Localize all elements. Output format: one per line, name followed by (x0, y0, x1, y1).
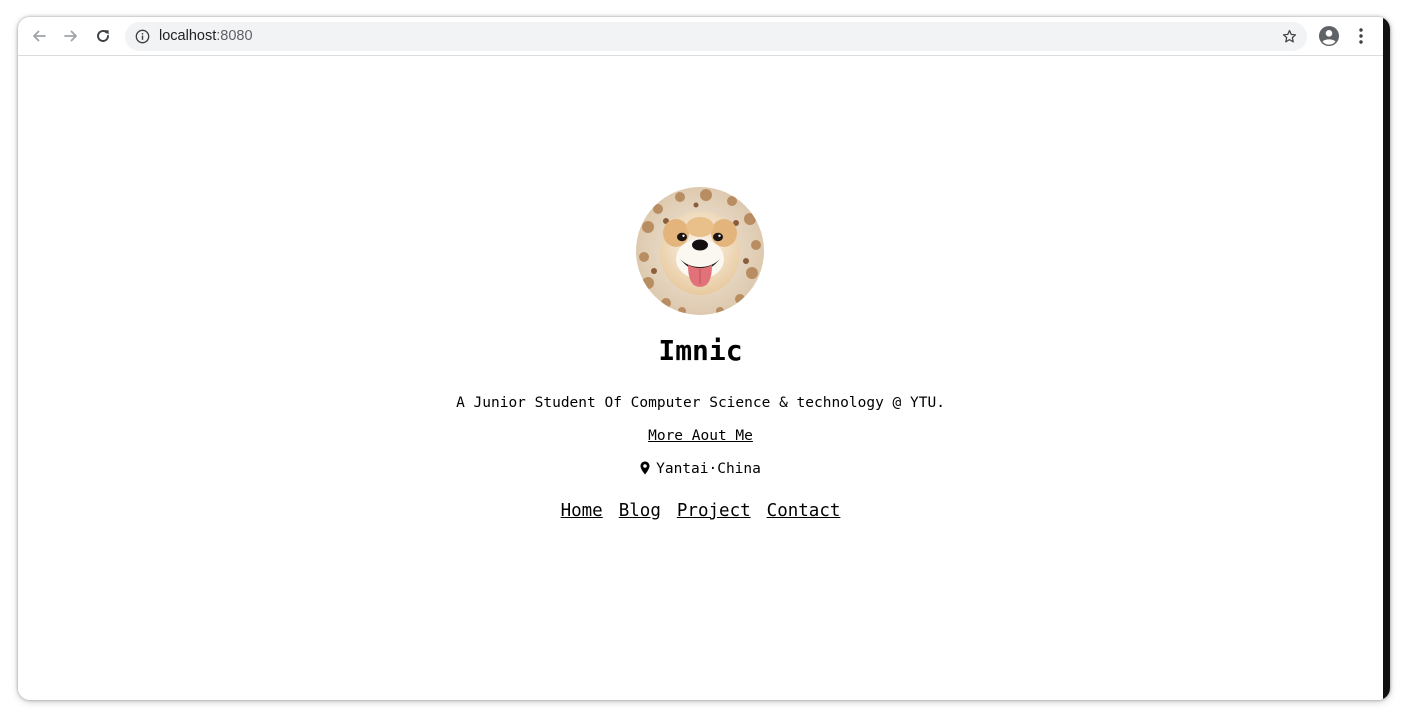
browser-toolbar: localhost:8080 (18, 17, 1383, 56)
shiba-dog-image (636, 187, 764, 315)
nav-link-contact[interactable]: Contact (767, 501, 841, 521)
screen: localhost:8080 Imnic A Junior Student Of… (0, 0, 1407, 718)
url-port: :8080 (216, 28, 253, 44)
nav-link-project[interactable]: Project (677, 501, 751, 521)
window-edge (1383, 17, 1390, 700)
browser-window: localhost:8080 Imnic A Junior Student Of… (18, 17, 1390, 700)
back-button[interactable] (28, 25, 50, 47)
arrow-left-icon (33, 30, 46, 42)
more-about-me-link[interactable]: More Aout Me (648, 428, 753, 444)
avatar (636, 187, 764, 315)
nav-link-home[interactable]: Home (561, 501, 603, 521)
profile-name: Imnic (658, 334, 743, 367)
page-content: Imnic A Junior Student Of Computer Scien… (18, 56, 1383, 700)
kebab-menu-icon[interactable] (1354, 26, 1368, 46)
location-text: Yantai·China (656, 461, 761, 477)
arrow-right-icon (64, 30, 77, 42)
nav-link-blog[interactable]: Blog (619, 501, 661, 521)
location: Yantai·China (18, 459, 1383, 479)
reload-icon (97, 30, 109, 42)
address-bar[interactable]: localhost:8080 (125, 22, 1307, 51)
info-icon[interactable] (135, 29, 150, 44)
reload-button[interactable] (92, 25, 114, 47)
url-host: localhost (159, 28, 217, 44)
site-nav: Home Blog Project Contact (18, 499, 1383, 523)
profile-bio: A Junior Student Of Computer Science & t… (456, 395, 945, 411)
url-text[interactable]: localhost:8080 (159, 22, 253, 51)
forward-button[interactable] (60, 25, 82, 47)
star-icon[interactable] (1282, 29, 1297, 44)
more-about-me-row: More Aout Me (18, 426, 1383, 446)
map-pin-icon (640, 461, 650, 475)
account-circle-icon[interactable] (1318, 25, 1340, 47)
